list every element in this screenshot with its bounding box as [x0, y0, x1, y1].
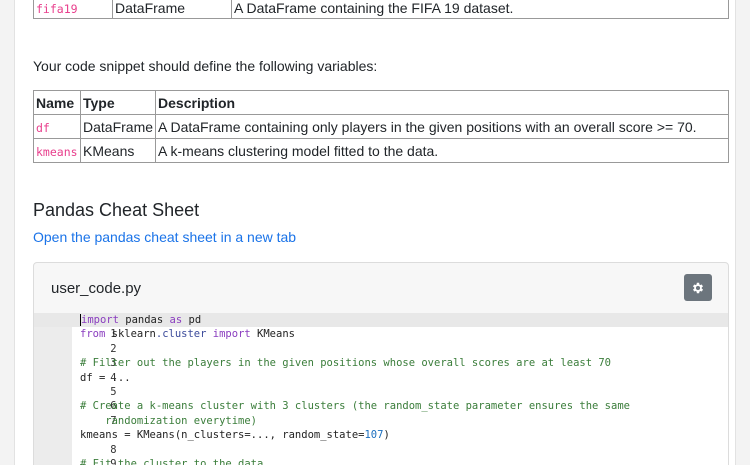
- code-line: 9: [34, 443, 728, 465]
- variables-table: Name Type Description df DataFrame A Dat…: [33, 90, 729, 163]
- cheat-sheet-heading: Pandas Cheat Sheet: [33, 200, 200, 220]
- var-name-cell: df: [33, 114, 81, 139]
- var-name-cell: fifa19: [33, 0, 113, 19]
- table-header-row: Name Type Description: [33, 90, 729, 115]
- var-description-cell: A DataFrame containing the FIFA 19 datas…: [231, 0, 729, 19]
- code-line: 1 import pandas as pd: [34, 313, 728, 340]
- column-header-name: Name: [33, 90, 81, 115]
- var-type-cell: DataFrame: [112, 0, 232, 19]
- column-header-description: Description: [155, 90, 729, 115]
- code-line-continuation: randomization everytime): [80, 414, 258, 427]
- code-line: 4 # Filter out the players in the given …: [80, 357, 612, 384]
- var-type-cell: DataFrame: [79, 114, 157, 139]
- code-line: 5 df = ...: [80, 371, 131, 398]
- code-area[interactable]: 1 import pandas as pd 2 from sklearn.clu…: [34, 313, 728, 465]
- code-editor-panel: user_code.py 1 import pandas as pd 2 fro…: [33, 262, 729, 465]
- var-description-cell: A k-means clustering model fitted to the…: [155, 138, 729, 163]
- var-type-cell: KMeans: [79, 138, 157, 163]
- column-header-type: Type: [79, 90, 157, 115]
- code-line: 10 # Fit the cluster to the data: [80, 457, 264, 465]
- gear-icon: [692, 282, 704, 293]
- code-line: 6: [34, 385, 728, 412]
- code-line: 7 # Create a k-means cluster with 3 clus…: [80, 400, 630, 427]
- code-line: 2 from sklearn.cluster import KMeans: [80, 328, 295, 355]
- var-name-cell: kmeans: [33, 138, 81, 163]
- dataset-table: fifa19 DataFrame A DataFrame containing …: [33, 0, 729, 19]
- content-card: fifa19 DataFrame A DataFrame containing …: [14, 0, 736, 465]
- settings-button[interactable]: [684, 274, 712, 301]
- code-line: 3: [34, 342, 728, 369]
- table-row: kmeans KMeans A k-means clustering model…: [33, 138, 729, 163]
- code-line: 8 kmeans = KMeans(n_clusters=..., random…: [80, 429, 390, 456]
- intro-text: Your code snippet should define the foll…: [33, 58, 378, 74]
- cheat-sheet-link[interactable]: Open the pandas cheat sheet in a new tab: [33, 229, 296, 245]
- table-row: fifa19 DataFrame A DataFrame containing …: [33, 0, 729, 19]
- editor-filename: user_code.py: [51, 280, 142, 297]
- table-row: df DataFrame A DataFrame containing only…: [33, 114, 729, 139]
- var-description-cell: A DataFrame containing only players in t…: [155, 114, 729, 139]
